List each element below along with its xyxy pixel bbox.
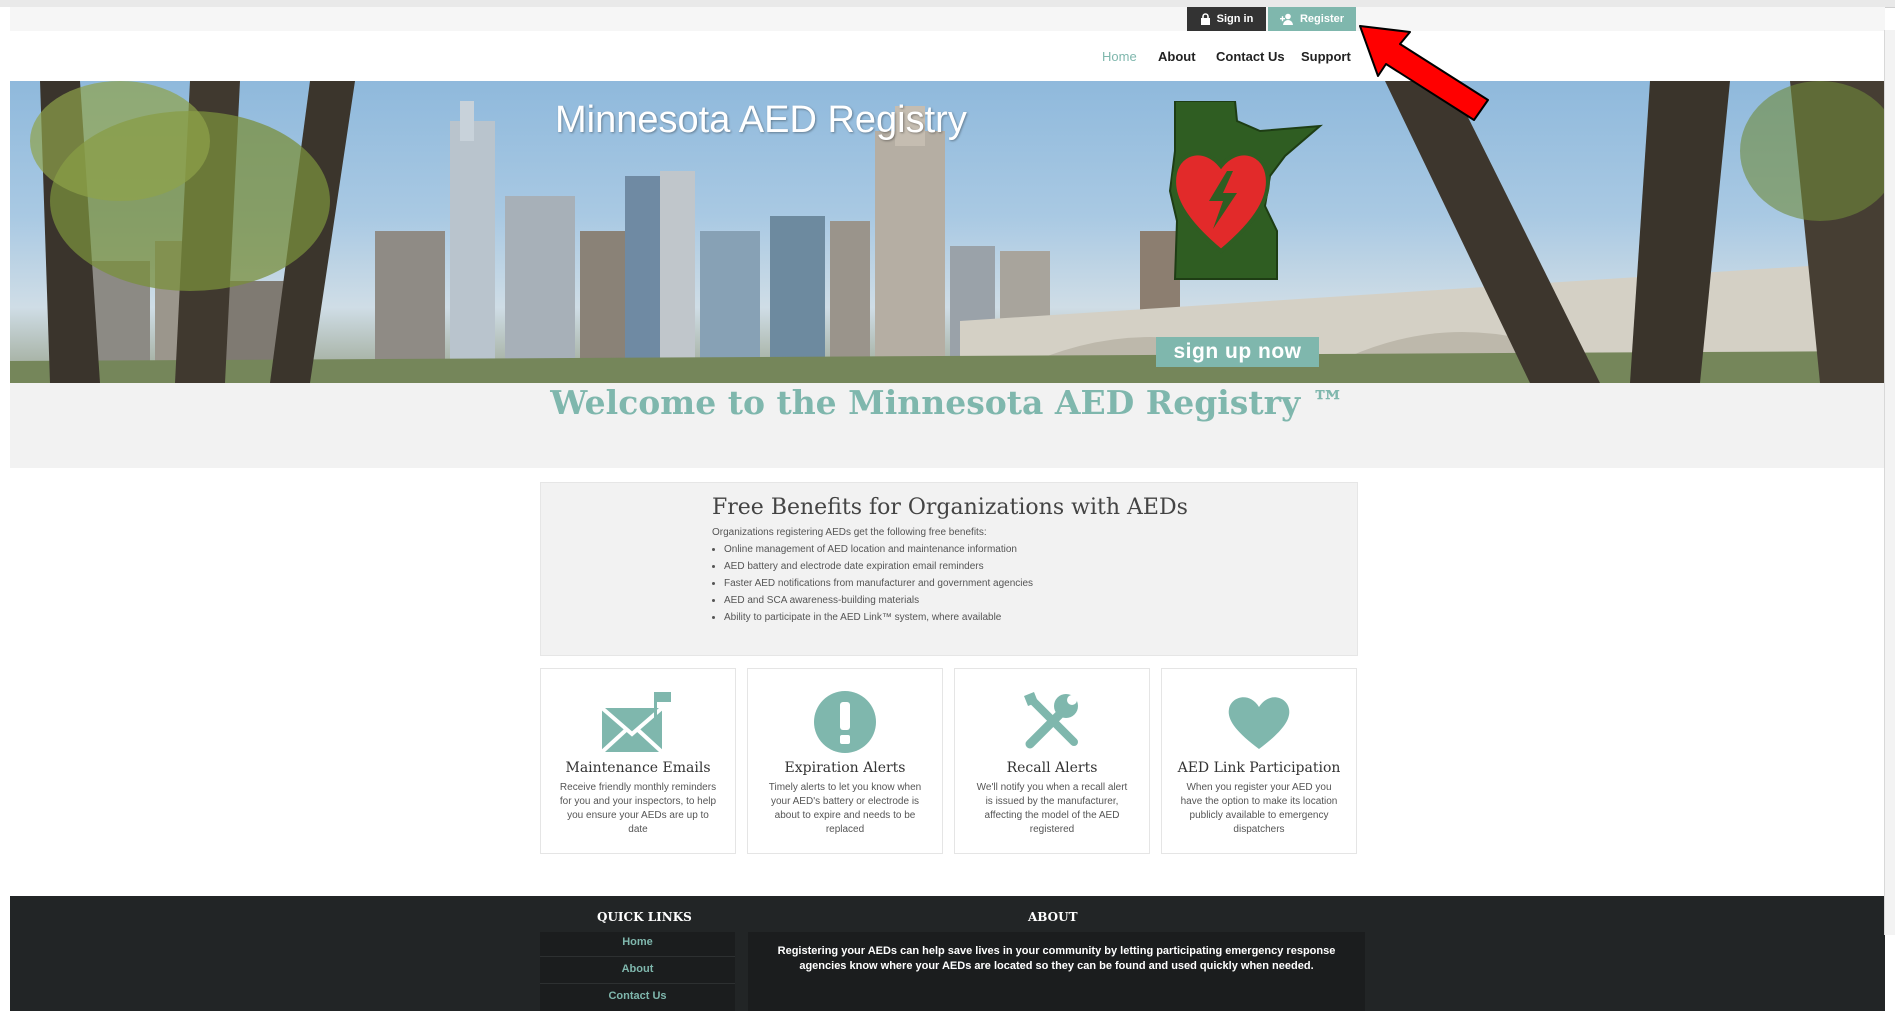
hero-title: Minnesota AED Registry bbox=[555, 99, 967, 141]
footer-link-contact-us[interactable]: Contact Us bbox=[540, 990, 735, 1002]
exclamation-icon bbox=[814, 691, 876, 753]
user-add-icon bbox=[1279, 13, 1293, 25]
footer: QUICK LINKS ABOUT Home About Contact Us … bbox=[10, 896, 1885, 1011]
nav-support[interactable]: Support bbox=[1301, 49, 1351, 64]
heart-icon bbox=[1228, 697, 1290, 749]
welcome-band: Welcome to the Minnesota AED Registry ™ bbox=[10, 383, 1885, 468]
list-item: Ability to participate in the AED Link™ … bbox=[724, 609, 1033, 626]
minnesota-heart-logo bbox=[1168, 101, 1323, 280]
card-title: Expiration Alerts bbox=[784, 760, 906, 776]
benefits-list: Online management of AED location and ma… bbox=[712, 541, 1033, 626]
sign-up-now-button[interactable]: sign up now bbox=[1156, 337, 1319, 367]
footer-quick-links-heading: QUICK LINKS bbox=[597, 910, 692, 924]
register-button[interactable]: Register bbox=[1268, 7, 1356, 31]
benefits-title: Free Benefits for Organizations with AED… bbox=[712, 495, 1188, 520]
scrollbar[interactable] bbox=[1884, 30, 1895, 935]
list-item: Online management of AED location and ma… bbox=[724, 541, 1033, 558]
divider bbox=[540, 983, 735, 984]
card-description: When you register your AED you have the … bbox=[1180, 782, 1338, 835]
card-description: Receive friendly monthly reminders for y… bbox=[559, 782, 717, 835]
nav-home[interactable]: Home bbox=[1102, 49, 1137, 64]
sign-in-label: Sign in bbox=[1216, 13, 1254, 25]
nav-contact-us[interactable]: Contact Us bbox=[1216, 49, 1285, 64]
divider bbox=[540, 956, 735, 957]
footer-link-home[interactable]: Home bbox=[540, 936, 735, 948]
hero-banner: Minnesota AED Registry sign up now bbox=[10, 81, 1885, 383]
card-aed-link-participation: AED Link Participation When you register… bbox=[1161, 668, 1357, 854]
top-bar bbox=[10, 7, 1885, 32]
envelope-icon bbox=[602, 692, 671, 754]
card-expiration-alerts: Expiration Alerts Timely alerts to let y… bbox=[747, 668, 943, 854]
footer-about-heading: ABOUT bbox=[1028, 910, 1078, 924]
welcome-heading: Welcome to the Minnesota AED Registry ™ bbox=[550, 383, 1345, 422]
tools-icon bbox=[1024, 692, 1078, 749]
benefits-panel: Free Benefits for Organizations with AED… bbox=[540, 482, 1358, 656]
benefits-subtitle: Organizations registering AEDs get the f… bbox=[712, 527, 987, 538]
lock-icon bbox=[1200, 13, 1210, 25]
card-description: We'll notify you when a recall alert is … bbox=[976, 782, 1128, 835]
red-arrow-annotation bbox=[1359, 25, 1489, 121]
card-title: Maintenance Emails bbox=[565, 760, 711, 776]
quick-links-panel: Home About Contact Us bbox=[540, 932, 735, 1011]
card-maintenance-emails: Maintenance Emails Receive friendly mont… bbox=[540, 668, 736, 854]
list-item: Faster AED notifications from manufactur… bbox=[724, 575, 1033, 592]
card-description: Timely alerts to let you know when your … bbox=[768, 782, 922, 835]
card-recall-alerts: Recall Alerts We'll notify you when a re… bbox=[954, 668, 1150, 854]
footer-link-about[interactable]: About bbox=[540, 963, 735, 975]
list-item: AED battery and electrode date expiratio… bbox=[724, 558, 1033, 575]
main-nav: Home About Contact Us Support bbox=[10, 31, 1885, 81]
card-title: Recall Alerts bbox=[1006, 760, 1098, 776]
sign-in-button[interactable]: Sign in bbox=[1187, 7, 1266, 31]
card-title: AED Link Participation bbox=[1177, 760, 1341, 776]
browser-frame-left bbox=[0, 7, 10, 1011]
list-item: AED and SCA awareness-building materials bbox=[724, 592, 1033, 609]
about-text: Registering your AEDs can help save live… bbox=[777, 945, 1336, 972]
register-label: Register bbox=[1299, 13, 1345, 25]
nav-about[interactable]: About bbox=[1158, 49, 1196, 64]
about-panel: Registering your AEDs can help save live… bbox=[748, 932, 1365, 1011]
